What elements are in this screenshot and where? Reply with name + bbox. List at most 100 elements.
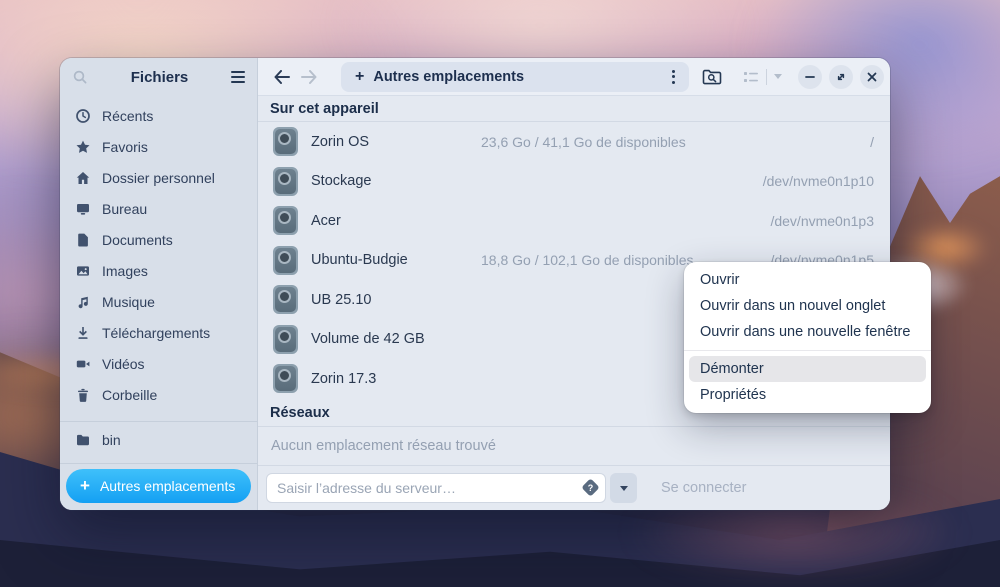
drive-icon	[273, 167, 298, 196]
window-controls	[798, 65, 884, 89]
maximize-button[interactable]	[829, 65, 853, 89]
connect-button[interactable]: Se connecter	[661, 480, 746, 496]
recent-servers-dropdown[interactable]	[610, 473, 637, 503]
table-row-zorin-os[interactable]: Zorin OS 23,6 Go / 41,1 Go de disponible…	[258, 122, 890, 162]
sidebar: Fichiers Récents Favoris Dossier personn…	[60, 58, 258, 510]
sidebar-item-videos[interactable]: Vidéos	[60, 348, 257, 379]
search-icon[interactable]	[72, 69, 88, 85]
help-icon[interactable]: ?	[581, 478, 599, 496]
forward-button[interactable]	[295, 63, 323, 91]
chevron-down-icon	[774, 74, 782, 79]
view-options-button[interactable]	[774, 74, 782, 79]
volume-path: /dev/nvme0n1p10	[694, 173, 874, 189]
sidebar-item-label: Corbeille	[102, 387, 157, 403]
music-icon	[75, 294, 91, 310]
desktop-icon	[75, 201, 91, 217]
menu-divider	[684, 350, 931, 351]
divider	[766, 69, 767, 85]
sidebar-item-label: Dossier personnel	[102, 170, 215, 186]
sidebar-item-corbeille[interactable]: Corbeille	[60, 379, 257, 410]
section-title-device: Sur cet appareil	[258, 96, 890, 122]
header-bar: + Autres emplacements	[258, 58, 890, 96]
drive-icon	[273, 246, 298, 275]
volume-path: /dev/nvme0n1p3	[694, 213, 874, 229]
video-icon	[75, 356, 91, 372]
path-label: Autres emplacements	[373, 69, 666, 85]
sidebar-item-label: Récents	[102, 108, 153, 124]
sidebar-item-autres-emplacements[interactable]: + Autres emplacements	[66, 469, 251, 503]
image-icon	[75, 263, 91, 279]
volume-path: /	[694, 134, 874, 150]
sidebar-divider	[60, 463, 257, 464]
chevron-down-icon	[620, 486, 628, 491]
sidebar-item-recents[interactable]: Récents	[60, 100, 257, 131]
sidebar-item-images[interactable]: Images	[60, 255, 257, 286]
kebab-menu-icon[interactable]	[666, 66, 681, 88]
volume-usage: 23,6 Go / 41,1 Go de disponibles	[481, 134, 694, 150]
sidebar-item-favoris[interactable]: Favoris	[60, 131, 257, 162]
table-row-stockage[interactable]: Stockage /dev/nvme0n1p10	[258, 162, 890, 202]
sidebar-item-documents[interactable]: Documents	[60, 224, 257, 255]
sidebar-section-bin: bin	[60, 424, 257, 455]
sidebar-item-bin[interactable]: bin	[60, 424, 257, 455]
server-address-input[interactable]	[266, 473, 606, 503]
menu-item-proprietes[interactable]: Propriétés	[689, 382, 926, 408]
volume-name: UB 25.10	[311, 292, 481, 308]
menu-item-ouvrir[interactable]: Ouvrir	[689, 267, 926, 293]
menu-item-demonter[interactable]: Démonter	[689, 356, 926, 382]
sidebar-item-label: Favoris	[102, 139, 148, 155]
minimize-button[interactable]	[798, 65, 822, 89]
path-bar[interactable]: + Autres emplacements	[341, 62, 689, 92]
maximize-icon	[835, 71, 847, 83]
list-view-button[interactable]	[743, 70, 759, 84]
sidebar-item-musique[interactable]: Musique	[60, 286, 257, 317]
close-button[interactable]	[860, 65, 884, 89]
clock-icon	[75, 108, 91, 124]
folder-search-icon	[702, 68, 722, 86]
star-icon	[75, 139, 91, 155]
server-address-bar: ? Se connecter	[258, 466, 890, 510]
menu-icon[interactable]	[231, 69, 245, 85]
volume-name: Zorin OS	[311, 134, 481, 150]
volume-name: Volume de 42 GB	[311, 331, 481, 347]
sidebar-item-bureau[interactable]: Bureau	[60, 193, 257, 224]
sidebar-divider	[60, 421, 257, 422]
close-icon	[867, 72, 877, 82]
document-icon	[75, 232, 91, 248]
table-row-acer[interactable]: Acer /dev/nvme0n1p3	[258, 201, 890, 241]
download-icon	[75, 325, 91, 341]
menu-item-ouvrir-fenetre[interactable]: Ouvrir dans une nouvelle fenêtre	[689, 319, 926, 345]
sidebar-item-dossier-personnel[interactable]: Dossier personnel	[60, 162, 257, 193]
sidebar-item-label: Images	[102, 263, 148, 279]
folder-icon	[75, 432, 91, 448]
list-view-icon	[743, 70, 759, 84]
network-empty-message: Aucun emplacement réseau trouvé	[258, 427, 890, 466]
sidebar-item-label: Autres emplacements	[100, 478, 235, 494]
sidebar-item-label: Musique	[102, 294, 155, 310]
sidebar-item-label: Vidéos	[102, 356, 145, 372]
desktop: Fichiers Récents Favoris Dossier personn…	[0, 0, 1000, 587]
plus-icon: +	[80, 477, 90, 494]
sidebar-item-label: Documents	[102, 232, 173, 248]
search-in-folder-button[interactable]	[697, 62, 727, 92]
menu-item-ouvrir-onglet[interactable]: Ouvrir dans un nouvel onglet	[689, 293, 926, 319]
back-arrow-icon	[273, 70, 290, 84]
trash-icon	[75, 387, 91, 403]
plus-icon: +	[355, 68, 364, 86]
volume-usage: 18,8 Go / 102,1 Go de disponibles	[481, 252, 694, 268]
sidebar-item-label: Bureau	[102, 201, 147, 217]
home-icon	[75, 170, 91, 186]
drive-icon	[273, 364, 298, 393]
sidebar-item-label: bin	[102, 432, 121, 448]
volume-name: Stockage	[311, 173, 481, 189]
back-button[interactable]	[267, 63, 295, 91]
sidebar-header: Fichiers	[60, 58, 257, 96]
volume-name: Zorin 17.3	[311, 371, 481, 387]
app-title: Fichiers	[88, 69, 231, 86]
drive-icon	[273, 325, 298, 354]
minimize-icon	[805, 72, 815, 82]
volume-name: Ubuntu-Budgie	[311, 252, 481, 268]
forward-arrow-icon	[301, 70, 318, 84]
volume-name: Acer	[311, 213, 481, 229]
sidebar-item-telechargements[interactable]: Téléchargements	[60, 317, 257, 348]
